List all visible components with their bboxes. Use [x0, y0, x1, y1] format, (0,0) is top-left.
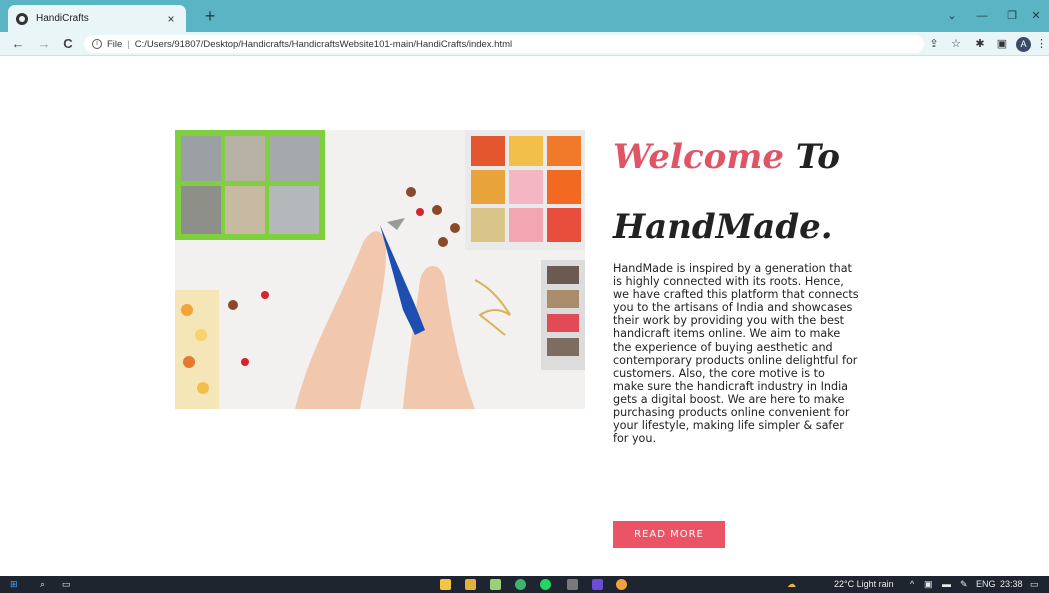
- forward-button[interactable]: →: [34, 34, 54, 54]
- weather-icon: ☁: [787, 579, 796, 589]
- taskbar-app-icon[interactable]: [567, 579, 578, 590]
- maximize-button[interactable]: ❐: [998, 6, 1026, 26]
- address-url: C:/Users/91807/Desktop/Handicrafts/Handi…: [134, 38, 513, 50]
- extensions-icon[interactable]: ✱: [972, 36, 988, 52]
- weather-text[interactable]: 22°C Light rain: [834, 579, 894, 590]
- address-bar[interactable]: i File | C:/Users/91807/Desktop/Handicra…: [84, 35, 924, 53]
- start-icon[interactable]: ⊞: [10, 579, 18, 590]
- hero-text-block: Welcome To HandMade. HandMade is inspire…: [613, 140, 863, 445]
- network-icon[interactable]: ▣: [924, 579, 933, 590]
- tab-close-button[interactable]: ×: [164, 12, 178, 26]
- tab-search-button[interactable]: ⌄: [938, 6, 966, 26]
- browser-tab[interactable]: HandiCrafts ×: [8, 5, 186, 32]
- language-indicator[interactable]: ENG: [976, 579, 996, 590]
- task-view-icon[interactable]: ▭: [62, 579, 71, 590]
- heading-rest: To: [783, 137, 840, 177]
- taskbar-app-icon[interactable]: [490, 579, 501, 590]
- tray-chevron-icon[interactable]: ^: [910, 579, 914, 590]
- address-scheme-label: File: [107, 38, 123, 50]
- read-more-button[interactable]: READ MORE: [613, 521, 725, 548]
- hero-heading: Welcome To HandMade.: [613, 140, 863, 244]
- crafts-illustration: [175, 130, 585, 409]
- menu-icon[interactable]: ⋮: [1036, 36, 1047, 52]
- taskbar-app-icon[interactable]: [440, 579, 451, 590]
- file-explorer-icon[interactable]: [465, 579, 476, 590]
- close-window-button[interactable]: ✕: [1024, 6, 1048, 26]
- globe-icon: [16, 12, 28, 25]
- tab-title: HandiCrafts: [36, 13, 89, 24]
- heading-accent: Welcome: [613, 137, 784, 177]
- notification-icon[interactable]: ▭: [1030, 579, 1039, 590]
- chrome-icon[interactable]: [616, 579, 627, 590]
- browser-tab-strip: HandiCrafts × + ⌄ — ❐ ✕: [0, 0, 1049, 32]
- address-separator: |: [127, 38, 130, 50]
- share-icon[interactable]: ⇪: [926, 36, 942, 52]
- browser-toolbar: ← → C i File | C:/Users/91807/Desktop/Ha…: [0, 32, 1049, 56]
- bookmark-star-icon[interactable]: ☆: [948, 36, 964, 52]
- whatsapp-icon[interactable]: [540, 579, 551, 590]
- taskbar-app-icon[interactable]: [592, 579, 603, 590]
- info-icon[interactable]: i: [92, 39, 102, 49]
- side-panel-icon[interactable]: ▣: [994, 36, 1010, 52]
- back-button[interactable]: ←: [8, 34, 28, 54]
- search-icon[interactable]: ⌕: [40, 579, 45, 590]
- os-taskbar: ⊞ ⌕ ▭ ☁ 22°C Light rain ^ ▣ ▬ ✎ ENG 23:3…: [0, 576, 1049, 593]
- reload-button[interactable]: C: [58, 34, 78, 54]
- battery-icon[interactable]: ▬: [942, 579, 951, 590]
- new-tab-button[interactable]: +: [200, 6, 220, 26]
- clock[interactable]: 23:38: [1000, 579, 1023, 590]
- hero-description: HandMade is inspired by a generation tha…: [613, 262, 859, 446]
- taskbar-app-icon[interactable]: [515, 579, 526, 590]
- heading-line2: HandMade.: [613, 207, 833, 247]
- pen-icon[interactable]: ✎: [960, 579, 968, 590]
- profile-avatar[interactable]: A: [1016, 37, 1031, 52]
- minimize-button[interactable]: —: [968, 6, 996, 26]
- hero-crafts-image: [175, 130, 585, 409]
